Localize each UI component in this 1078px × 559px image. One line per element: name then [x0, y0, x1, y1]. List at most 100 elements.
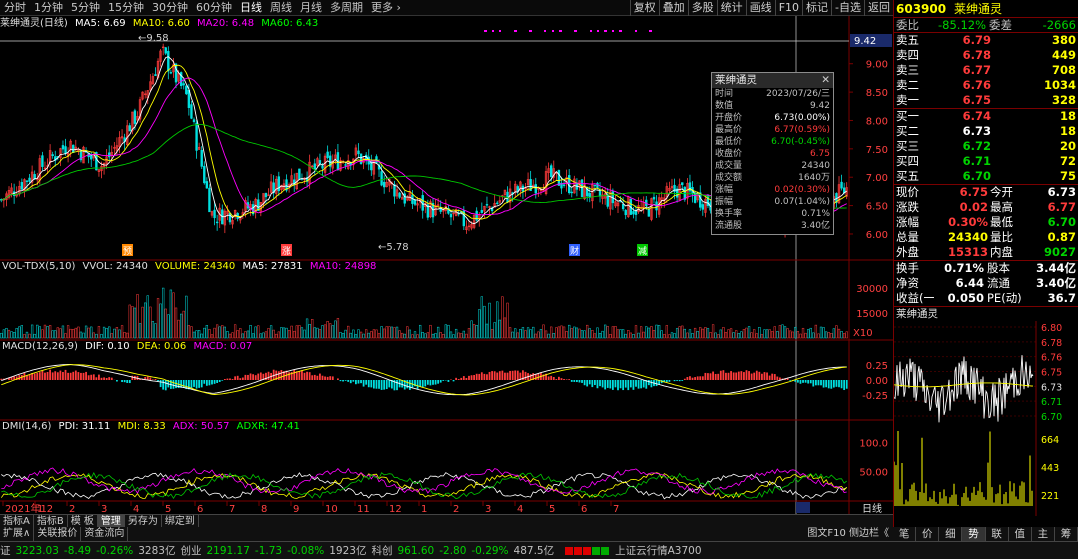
toolbar-button[interactable]: 标记 [802, 0, 831, 16]
extension-tab[interactable]: 扩展∧ [0, 527, 35, 541]
volume-bar [488, 302, 491, 339]
candle-body [534, 184, 537, 194]
toolbar-button[interactable]: 复权 [629, 0, 659, 16]
candle-body [496, 202, 499, 205]
signal-dot [590, 30, 592, 32]
signal-dot [492, 30, 494, 32]
order-level[interactable]: 买一 6.74 18 [894, 109, 1078, 124]
toolbar-button[interactable]: 返回 [864, 0, 893, 16]
volume-bar [660, 330, 663, 339]
period-tab[interactable]: 周线 [266, 0, 296, 16]
quote-tab[interactable]: 筹 [1055, 527, 1078, 541]
indicator-tab[interactable]: 模 板 [68, 515, 98, 527]
extension-tab[interactable]: 资金流向 [81, 527, 129, 541]
stat-label: 外盘 [896, 245, 919, 259]
volume-bar [729, 328, 733, 339]
volume-bar [601, 330, 604, 339]
indicator-tab[interactable]: 指标A [0, 515, 34, 527]
volume-bar [845, 331, 848, 339]
order-level[interactable]: 买三 6.72 20 [894, 139, 1078, 154]
volume-bar [557, 326, 561, 339]
period-tab[interactable]: 更多 › [367, 0, 405, 16]
volume-bar [804, 332, 807, 339]
volume-bar [246, 330, 250, 339]
side-panel-toggle[interactable]: 图文F10 侧边栏《 [807, 527, 893, 541]
quote-tab[interactable]: 细 [939, 527, 963, 541]
volume-bar [719, 329, 722, 339]
order-level[interactable]: 卖四 6.78 449 [894, 48, 1078, 63]
quote-tab[interactable]: 联 [986, 527, 1009, 541]
toolbar-button[interactable]: F10 [774, 0, 802, 16]
popup-row-value: 6.75 [809, 149, 830, 159]
period-tab[interactable]: 多周期 [326, 0, 367, 16]
volume-bar [77, 326, 80, 339]
volume-bar [837, 328, 841, 339]
indicator-tab[interactable]: 管理 [97, 515, 125, 527]
volume-bar [48, 325, 52, 339]
volume-bar [213, 327, 216, 339]
sh-index-value[interactable]: 3223.03 [16, 545, 59, 557]
order-level[interactable]: 卖五 6.79 380 [894, 33, 1078, 48]
popup-row: 最低价 6.70(-0.45%) [712, 136, 833, 148]
popup-row: 最高价 6.77(0.59%) [712, 124, 833, 136]
order-level[interactable]: 卖二 6.76 1034 [894, 78, 1078, 93]
popup-header[interactable]: 莱绅通灵 ✕ [712, 73, 833, 88]
cy-index-value[interactable]: 2191.17 [206, 545, 249, 557]
period-tab[interactable]: 日线 [236, 0, 266, 16]
price-tick-label: 6.50 [866, 202, 888, 213]
candle-body [557, 170, 561, 186]
quote-tab[interactable]: 值 [1009, 527, 1032, 541]
data-window-popup[interactable]: 莱绅通灵 ✕ 时间 2023/07/26/三 数值 9.42 开盘价 6.73(0.00%… [711, 72, 834, 235]
volume-bar [786, 328, 789, 339]
order-level[interactable]: 买四 6.71 72 [894, 154, 1078, 169]
extension-tab[interactable]: 关联报价 [34, 527, 82, 541]
indicator-tab[interactable]: 另存为 [125, 515, 162, 527]
volume-bar [388, 326, 391, 339]
order-level[interactable]: 卖一 6.75 328 [894, 93, 1078, 108]
period-tab[interactable]: 5分钟 [67, 0, 104, 16]
volume-bar [344, 329, 347, 339]
stat-value: 3.40亿 [1036, 276, 1076, 290]
candle-body [167, 51, 170, 72]
volume-bar [87, 327, 90, 339]
toolbar-button[interactable]: 叠加 [658, 0, 688, 16]
order-level[interactable]: 卖三 6.77 708 [894, 63, 1078, 78]
kc-index-value[interactable]: 961.60 [397, 545, 434, 557]
volume-bar [69, 328, 72, 339]
intraday-mini-chart[interactable]: 6.80 6.78 6.76 6.75 6.73 6.71 6.70 664 443 221 [893, 321, 1078, 516]
toolbar-button[interactable]: 统计 [716, 0, 746, 16]
candle-body [192, 119, 196, 122]
period-tab[interactable]: 30分钟 [148, 0, 192, 16]
order-level[interactable]: 买五 6.70 75 [894, 169, 1078, 184]
period-tab[interactable]: 月线 [296, 0, 326, 16]
period-tab[interactable]: 15分钟 [104, 0, 148, 16]
toolbar-button[interactable]: 画线 [745, 0, 775, 16]
toolbar-button[interactable]: -自选 [831, 0, 864, 16]
server-name[interactable]: 上证云行情A3700 [615, 543, 701, 558]
chart-toolbar-buttons: 复权 叠加 多股 统计 画线 F10 标记 -自选 返回 [629, 0, 893, 16]
volume-bar [665, 325, 668, 339]
period-tab[interactable]: 60分钟 [192, 0, 236, 16]
quote-tab[interactable]: 笔 [893, 527, 917, 541]
period-tab[interactable]: 1分钟 [30, 0, 67, 16]
volume-bar [298, 325, 301, 339]
candle-body [398, 192, 401, 198]
close-icon[interactable]: ✕ [821, 73, 830, 88]
quote-tab[interactable]: 势 [962, 527, 986, 541]
volume-bar [180, 313, 183, 339]
candle-body [41, 155, 44, 167]
stat-label: PE(动) [987, 291, 1022, 305]
volume-bar [303, 329, 306, 339]
toolbar-button[interactable]: 多股 [687, 0, 717, 16]
kc-index-amount: 487.5亿 [513, 545, 555, 557]
order-level[interactable]: 买二 6.73 18 [894, 124, 1078, 139]
volume-bar [606, 326, 609, 339]
indicator-tab[interactable]: 指标B [34, 515, 68, 527]
quote-tab[interactable]: 主 [1032, 527, 1055, 541]
cy-index-pct: -0.08% [287, 544, 325, 557]
indicator-tab[interactable]: 绑定到 [162, 515, 199, 527]
volume-bar [560, 325, 563, 339]
quote-tab[interactable]: 价 [916, 527, 940, 541]
period-tab[interactable]: 分时 [0, 0, 30, 16]
stat-label: 总量 [896, 230, 919, 244]
